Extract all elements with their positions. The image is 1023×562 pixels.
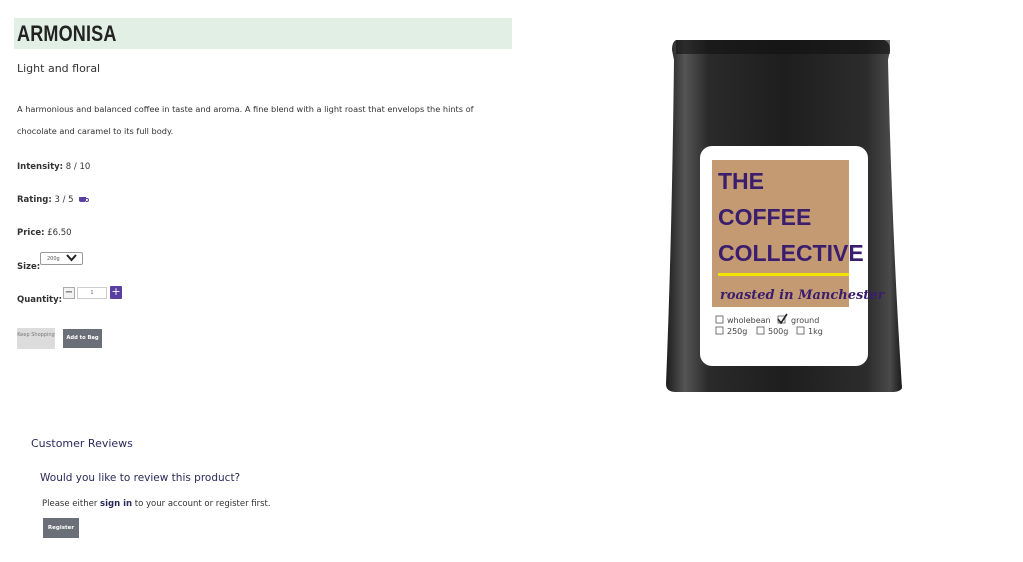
intensity-value: 8 / 10 <box>65 162 91 172</box>
quantity-row: Quantity: <box>17 295 62 305</box>
review-prompt-after: to your account or register first. <box>132 499 271 509</box>
bag-brand-line2: COFFEE <box>718 204 811 230</box>
price-row: Price: £6.50 <box>17 228 72 238</box>
product-image: THE COFFEE COLLECTIVE roasted in Manches… <box>664 36 904 396</box>
bag-brand-line3: COLLECTIVE <box>718 240 864 266</box>
product-description: A harmonious and balanced coffee in tast… <box>17 104 474 136</box>
size-select[interactable]: 200g <box>40 252 83 265</box>
product-subtitle: Light and floral <box>17 62 101 75</box>
add-to-bag-button[interactable]: Add to Bag <box>63 329 102 348</box>
quantity-increment-button[interactable]: + <box>110 286 122 299</box>
opt-500: 500g <box>768 327 788 336</box>
coffee-bag-image: THE COFFEE COLLECTIVE roasted in Manches… <box>666 40 902 392</box>
price-label: Price: <box>17 228 45 238</box>
bag-label-yellow-rule <box>718 273 849 276</box>
opt-250: 250g <box>727 327 747 336</box>
product-title: ARMONISA <box>17 21 117 46</box>
quantity-input[interactable]: 1 <box>77 287 107 299</box>
opt-ground: ground <box>791 316 819 325</box>
sign-in-link[interactable]: sign in <box>100 499 132 509</box>
reviews-heading: Customer Reviews <box>31 437 133 450</box>
size-row: Size: <box>17 262 40 272</box>
quantity-label: Quantity: <box>17 295 63 305</box>
chevron-down-icon <box>66 253 77 265</box>
price-value: £6.50 <box>47 228 72 238</box>
quantity-decrement-button[interactable]: − <box>63 287 75 299</box>
opt-1kg: 1kg <box>808 327 823 336</box>
bag-brand-line1: THE <box>718 168 764 194</box>
register-button[interactable]: Register <box>43 518 79 538</box>
size-label: Size: <box>17 262 41 272</box>
rating-value: 3 / 5 <box>54 195 74 205</box>
intensity-label: Intensity: <box>17 162 64 172</box>
intensity-row: Intensity: 8 / 10 <box>17 162 90 172</box>
rating-row: Rating: 3 / 5 <box>17 195 90 205</box>
review-question: Would you like to review this product? <box>40 472 241 484</box>
rating-label: Rating: <box>17 195 52 205</box>
size-selected-value: 200g <box>47 256 60 262</box>
product-title-bar: ARMONISA <box>14 18 512 49</box>
keep-shopping-button[interactable]: Keep Shopping <box>17 328 55 349</box>
review-prompt: Please either sign in to your account or… <box>42 499 271 509</box>
bag-tagline: roasted in Manchester <box>720 288 886 303</box>
coffee-cup-icon <box>79 197 90 202</box>
opt-wholebean: wholebean <box>727 316 771 325</box>
review-prompt-before: Please either <box>42 499 101 509</box>
